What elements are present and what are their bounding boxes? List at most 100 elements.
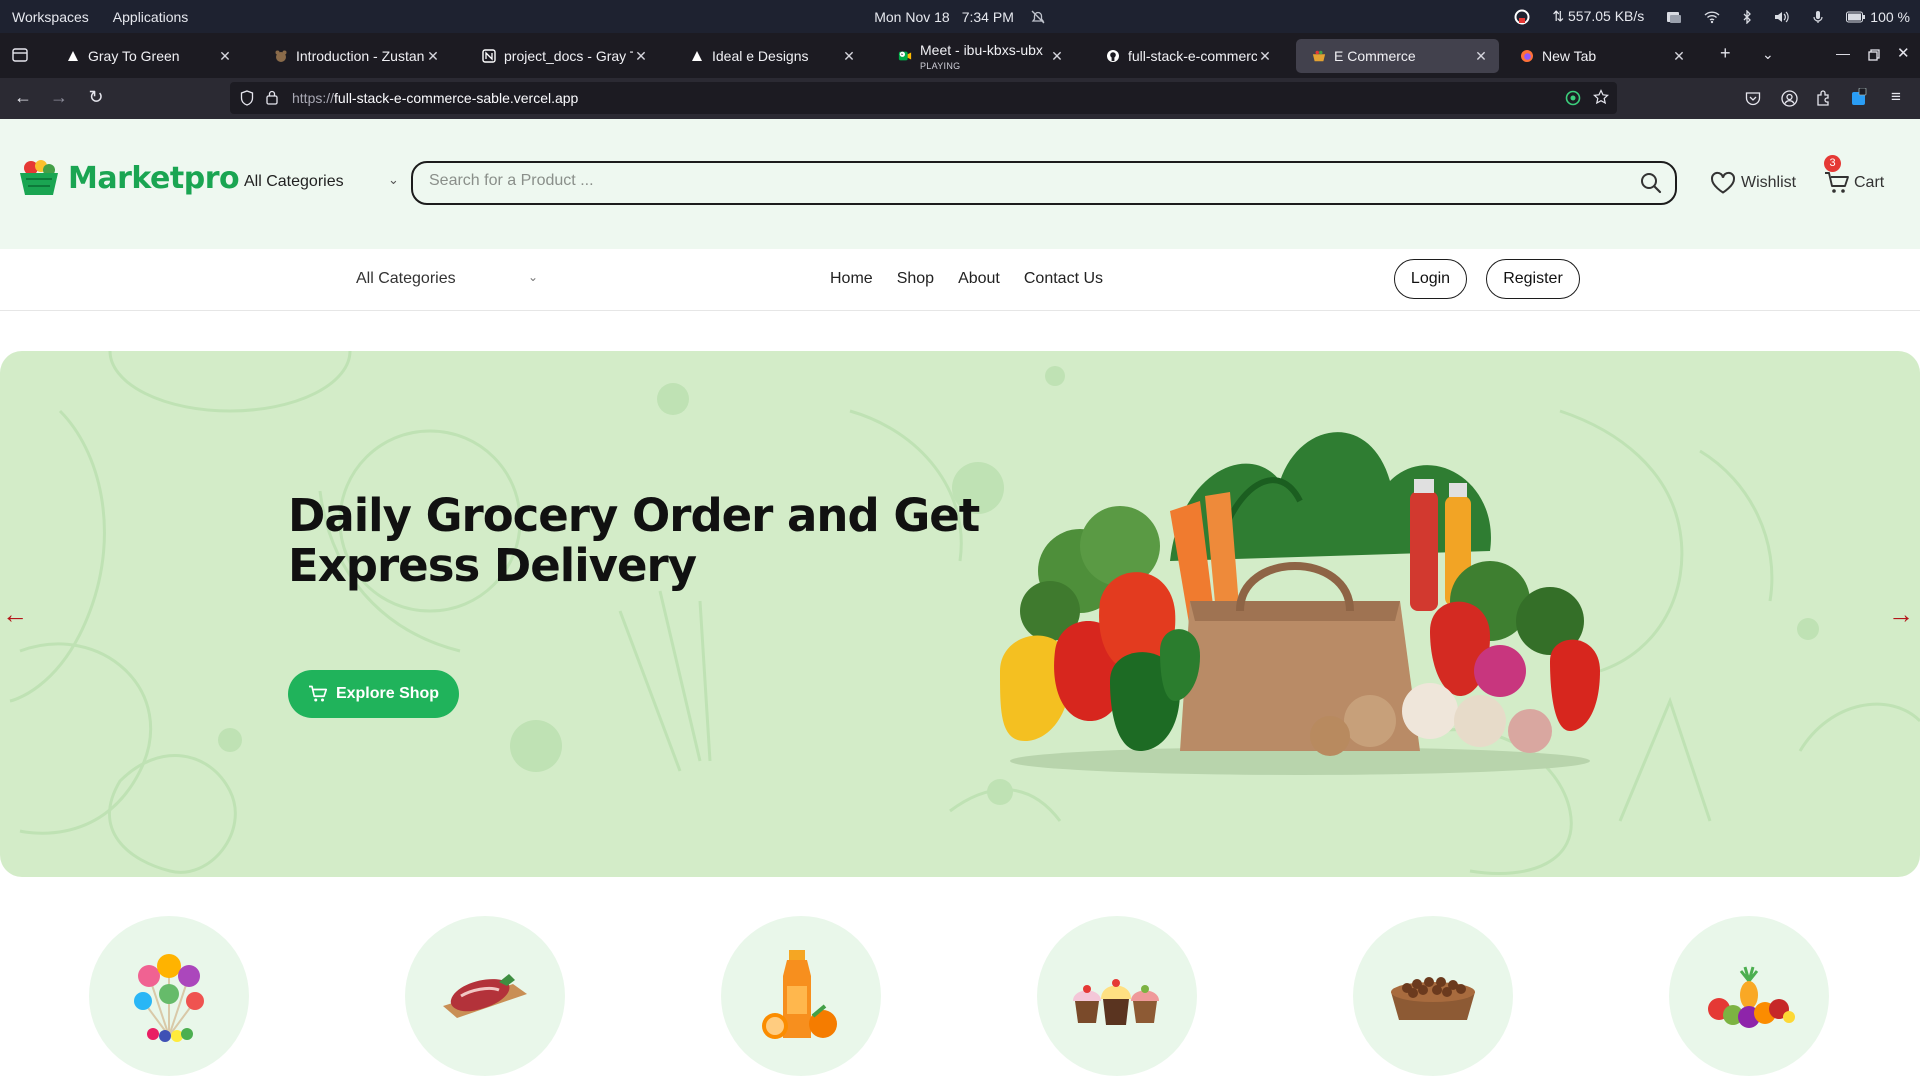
cart-link[interactable]: Cart bbox=[1824, 171, 1884, 195]
wishlist-link[interactable]: Wishlist bbox=[1710, 171, 1796, 195]
previous-slide-arrow-icon[interactable]: ← bbox=[2, 599, 28, 630]
url-text: https://full-stack-e-commerce-sable.verc… bbox=[292, 90, 578, 106]
cart-icon bbox=[1825, 172, 1849, 193]
nav-shop[interactable]: Shop bbox=[897, 270, 934, 288]
volume-icon[interactable] bbox=[1774, 10, 1790, 24]
pocket-icon[interactable] bbox=[1745, 91, 1761, 106]
forward-arrow-icon[interactable]: → bbox=[48, 87, 70, 108]
close-icon[interactable]: ✕ bbox=[1671, 48, 1687, 65]
nav-menu: Home Shop About Contact Us bbox=[830, 270, 1103, 288]
clipboard-icon[interactable] bbox=[1666, 10, 1682, 24]
browse-category-label: All Categories bbox=[356, 270, 456, 287]
close-icon[interactable]: ✕ bbox=[425, 48, 441, 65]
basket-logo-icon bbox=[20, 160, 58, 195]
meat-icon bbox=[443, 974, 527, 1018]
wifi-icon[interactable] bbox=[1704, 10, 1720, 24]
extension-app-icon[interactable] bbox=[1851, 88, 1867, 106]
notion-icon bbox=[482, 49, 496, 63]
cart-icon bbox=[308, 685, 328, 702]
tab-github-repo[interactable]: full-stack-e-commerce ✕ bbox=[1090, 39, 1283, 73]
category-strip bbox=[0, 916, 1920, 1080]
search-input[interactable] bbox=[429, 172, 1579, 190]
category-candy[interactable] bbox=[89, 916, 249, 1076]
restore-icon[interactable] bbox=[1868, 49, 1880, 61]
bluetooth-icon[interactable] bbox=[1742, 9, 1752, 24]
close-icon[interactable]: ✕ bbox=[1049, 48, 1065, 65]
network-speed: ⇅ 557.05 KB/s bbox=[1552, 8, 1645, 24]
cupcake-icon bbox=[1073, 979, 1159, 1025]
notifications-muted-icon[interactable] bbox=[1030, 10, 1046, 24]
tab-project-docs[interactable]: project_docs - Gray To ✕ bbox=[466, 39, 659, 73]
register-button[interactable]: Register bbox=[1486, 259, 1580, 299]
pet-food-icon bbox=[1391, 977, 1475, 1020]
new-tab-plus-icon[interactable]: + bbox=[1720, 43, 1731, 64]
back-arrow-icon[interactable]: ← bbox=[12, 87, 34, 108]
tab-gray-to-green[interactable]: Gray To Green ✕ bbox=[50, 39, 243, 73]
category-dropdown[interactable]: All Categories ⌄ bbox=[244, 172, 399, 191]
close-icon[interactable]: ✕ bbox=[217, 48, 233, 65]
close-icon[interactable]: ✕ bbox=[1257, 48, 1273, 65]
clock-date[interactable]: Mon Nov 18 bbox=[874, 9, 949, 25]
explore-shop-label: Explore Shop bbox=[335, 685, 440, 702]
bookmark-star-icon[interactable] bbox=[1593, 89, 1609, 105]
tab-overview-icon[interactable] bbox=[12, 48, 28, 62]
main-navigation: All Categories ⌄ Home Shop About Contact… bbox=[0, 249, 1920, 311]
extensions-icon[interactable] bbox=[1816, 90, 1832, 106]
shield-icon[interactable] bbox=[240, 90, 254, 106]
browse-category-dropdown[interactable]: All Categories ⌄ bbox=[356, 270, 538, 288]
battery-icon[interactable] bbox=[1846, 11, 1866, 23]
login-button[interactable]: Login bbox=[1394, 259, 1467, 299]
tab-zustand[interactable]: Introduction - Zustand ✕ bbox=[258, 39, 451, 73]
microphone-icon[interactable] bbox=[1812, 10, 1824, 24]
reload-icon[interactable]: ↻ bbox=[85, 87, 107, 108]
site-logo[interactable]: Marketpro bbox=[18, 159, 240, 197]
lock-icon[interactable] bbox=[266, 90, 278, 105]
applications-menu[interactable]: Applications bbox=[113, 9, 189, 25]
category-pet-food[interactable] bbox=[1353, 916, 1513, 1076]
tab-meet[interactable]: Meet - ibu-kbxs-ubx PLAYING ✕ bbox=[882, 39, 1075, 73]
bear-icon bbox=[274, 49, 288, 63]
address-bar[interactable]: https://full-stack-e-commerce-sable.verc… bbox=[230, 82, 1617, 114]
tab-new-tab[interactable]: New Tab ✕ bbox=[1504, 39, 1697, 73]
close-icon[interactable]: ✕ bbox=[841, 48, 857, 65]
close-window-icon[interactable]: ✕ bbox=[1897, 44, 1910, 62]
product-search bbox=[411, 161, 1677, 205]
chevron-down-icon: ⌄ bbox=[388, 172, 399, 187]
basket-icon bbox=[1312, 49, 1326, 63]
category-meat[interactable] bbox=[405, 916, 565, 1076]
close-icon[interactable]: ✕ bbox=[633, 48, 649, 65]
account-icon[interactable] bbox=[1781, 90, 1798, 107]
explore-shop-button[interactable]: Explore Shop bbox=[288, 670, 459, 718]
cart-label: Cart bbox=[1854, 174, 1885, 191]
tab-ideal-e-designs[interactable]: Ideal e Designs ✕ bbox=[674, 39, 867, 73]
browser-nav-bar: ← → ↻ https://full-stack-e-commerce-sabl… bbox=[0, 78, 1920, 119]
list-tabs-chevron-icon[interactable]: ⌄ bbox=[1762, 46, 1774, 63]
tab-title: E Commerce bbox=[1334, 48, 1416, 64]
nav-about[interactable]: About bbox=[958, 270, 1000, 288]
os-top-bar: Workspaces Applications Mon Nov 18 7:34 P… bbox=[0, 0, 1920, 33]
close-icon[interactable]: ✕ bbox=[1473, 48, 1489, 65]
minimize-icon[interactable]: — bbox=[1836, 45, 1850, 61]
tab-title: full-stack-e-commerce bbox=[1128, 48, 1257, 64]
firefox-icon bbox=[1520, 49, 1534, 63]
app-indicator-icon[interactable] bbox=[1514, 9, 1530, 25]
search-icon[interactable] bbox=[1639, 171, 1663, 195]
fruits-icon bbox=[1708, 966, 1795, 1028]
category-juice[interactable] bbox=[721, 916, 881, 1076]
tracking-protection-icon[interactable] bbox=[1565, 90, 1581, 106]
category-fruits[interactable] bbox=[1669, 916, 1829, 1076]
next-slide-arrow-icon[interactable]: → bbox=[1888, 599, 1914, 630]
tab-title: Introduction - Zustand bbox=[296, 48, 425, 64]
browser-tab-strip: Gray To Green ✕ Introduction - Zustand ✕… bbox=[0, 33, 1920, 78]
url-host: full-stack-e-commerce-sable.vercel.app bbox=[334, 90, 579, 106]
category-bakery[interactable] bbox=[1037, 916, 1197, 1076]
wishlist-label: Wishlist bbox=[1741, 174, 1797, 191]
clock-time[interactable]: 7:34 PM bbox=[962, 9, 1014, 25]
tab-e-commerce[interactable]: E Commerce ✕ bbox=[1296, 39, 1499, 73]
nav-contact-us[interactable]: Contact Us bbox=[1024, 270, 1103, 288]
workspaces-menu[interactable]: Workspaces bbox=[12, 9, 89, 25]
url-scheme: https:// bbox=[292, 90, 335, 106]
hamburger-menu-icon[interactable]: ≡ bbox=[1885, 87, 1907, 107]
nav-home[interactable]: Home bbox=[830, 270, 873, 288]
tab-title: Meet - ibu-kbxs-ubx bbox=[920, 42, 1043, 58]
